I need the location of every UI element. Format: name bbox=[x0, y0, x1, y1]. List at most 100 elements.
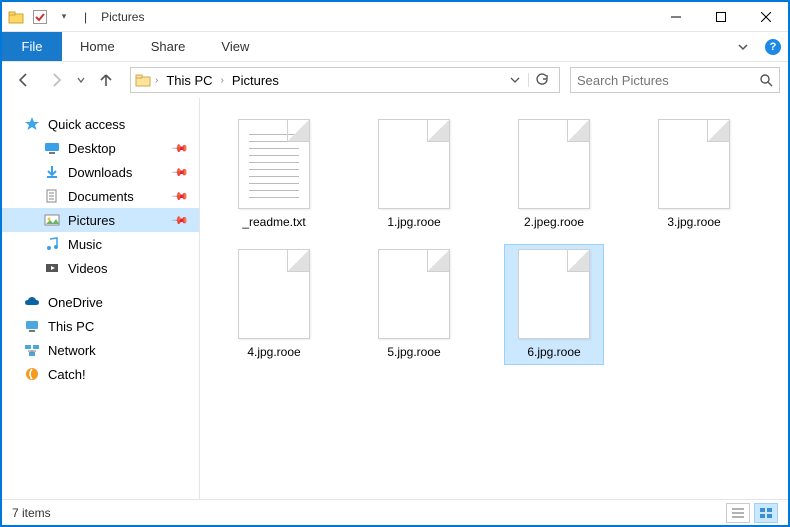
page-fold-icon bbox=[567, 120, 589, 142]
file-name: 1.jpg.rooe bbox=[369, 215, 459, 231]
ribbon-tabs: File Home Share View ? bbox=[2, 32, 788, 62]
chevron-right-icon[interactable]: › bbox=[219, 75, 226, 86]
up-button[interactable] bbox=[92, 66, 120, 94]
close-button[interactable] bbox=[743, 2, 788, 32]
file-item[interactable]: 4.jpg.rooe bbox=[224, 244, 324, 366]
chevron-right-icon[interactable]: › bbox=[153, 75, 160, 86]
page-fold-icon bbox=[427, 120, 449, 142]
sidebar-item-label: Pictures bbox=[68, 213, 115, 228]
sidebar-root-onedrive[interactable]: OneDrive bbox=[2, 290, 199, 314]
file-name: 6.jpg.rooe bbox=[509, 345, 599, 361]
minimize-button[interactable] bbox=[653, 2, 698, 32]
breadcrumb-pictures[interactable]: Pictures bbox=[228, 73, 283, 88]
quick-access-toolbar: ▾ | Pictures bbox=[2, 9, 144, 25]
file-name: 5.jpg.rooe bbox=[369, 345, 459, 361]
properties-checkbox-icon[interactable] bbox=[32, 9, 48, 25]
recent-locations-button[interactable] bbox=[74, 66, 88, 94]
file-item[interactable]: 5.jpg.rooe bbox=[364, 244, 464, 366]
tab-view[interactable]: View bbox=[203, 32, 267, 61]
sidebar-item-music[interactable]: Music bbox=[2, 232, 199, 256]
help-button[interactable]: ? bbox=[758, 32, 788, 61]
sidebar-item-desktop[interactable]: Desktop 📌 bbox=[2, 136, 199, 160]
catch--icon bbox=[24, 366, 40, 382]
navigation-pane: Quick access Desktop📌Downloads📌Documents… bbox=[2, 98, 200, 499]
file-name: 2.jpeg.rooe bbox=[509, 215, 599, 231]
music-icon bbox=[44, 236, 60, 252]
explorer-icon bbox=[8, 9, 24, 25]
file-name: _readme.txt bbox=[229, 215, 319, 231]
file-thumbnail bbox=[238, 249, 310, 339]
file-thumbnail bbox=[378, 119, 450, 209]
title-separator: | bbox=[84, 10, 87, 24]
breadcrumb-this-pc[interactable]: This PC bbox=[162, 73, 216, 88]
sidebar-item-label: Desktop bbox=[68, 141, 116, 156]
file-item[interactable]: 3.jpg.rooe bbox=[644, 114, 744, 236]
file-item[interactable]: 1.jpg.rooe bbox=[364, 114, 464, 236]
sidebar-root-network[interactable]: Network bbox=[2, 338, 199, 362]
file-grid[interactable]: _readme.txt 1.jpg.rooe 2.jpeg.rooe 3.jpg.ro… bbox=[200, 98, 788, 499]
documents-icon bbox=[44, 188, 60, 204]
sidebar-item-pictures[interactable]: Pictures 📌 bbox=[2, 208, 199, 232]
desktop-icon bbox=[44, 140, 60, 156]
tab-share[interactable]: Share bbox=[133, 32, 204, 61]
file-item[interactable]: 2.jpeg.rooe bbox=[504, 114, 604, 236]
videos-icon bbox=[44, 260, 60, 276]
thumbnails-view-button[interactable] bbox=[754, 503, 778, 523]
sidebar-item-label: OneDrive bbox=[48, 295, 103, 310]
file-name: 3.jpg.rooe bbox=[649, 215, 739, 231]
qat-dropdown-icon[interactable]: ▾ bbox=[56, 9, 72, 25]
file-thumbnail bbox=[658, 119, 730, 209]
details-view-button[interactable] bbox=[726, 503, 750, 523]
search-input[interactable] bbox=[577, 73, 759, 88]
file-item[interactable]: _readme.txt bbox=[224, 114, 324, 236]
sidebar-item-videos[interactable]: Videos bbox=[2, 256, 199, 280]
refresh-button[interactable] bbox=[528, 73, 555, 87]
tab-home[interactable]: Home bbox=[62, 32, 133, 61]
ribbon-collapse-button[interactable] bbox=[728, 32, 758, 61]
file-tab[interactable]: File bbox=[2, 32, 62, 61]
sidebar-item-label: Music bbox=[68, 237, 102, 252]
network-icon bbox=[24, 342, 40, 358]
sidebar-item-label: Documents bbox=[68, 189, 134, 204]
sidebar-item-documents[interactable]: Documents 📌 bbox=[2, 184, 199, 208]
pin-icon: 📌 bbox=[171, 139, 190, 158]
pin-icon: 📌 bbox=[171, 187, 190, 206]
pictures-icon bbox=[44, 212, 60, 228]
file-name: 4.jpg.rooe bbox=[229, 345, 319, 361]
address-bar[interactable]: › This PC › Pictures bbox=[130, 67, 560, 93]
navigation-bar: › This PC › Pictures bbox=[2, 62, 788, 98]
sidebar-item-label: Videos bbox=[68, 261, 108, 276]
title-bar: ▾ | Pictures bbox=[2, 2, 788, 32]
page-fold-icon bbox=[287, 120, 309, 142]
file-item[interactable]: 6.jpg.rooe bbox=[504, 244, 604, 366]
forward-button[interactable] bbox=[42, 66, 70, 94]
star-icon bbox=[24, 116, 40, 132]
pin-icon: 📌 bbox=[171, 211, 190, 230]
folder-icon bbox=[135, 72, 151, 88]
maximize-button[interactable] bbox=[698, 2, 743, 32]
quick-access-root[interactable]: Quick access bbox=[2, 112, 199, 136]
pin-icon: 📌 bbox=[171, 163, 190, 182]
sidebar-item-label: Quick access bbox=[48, 117, 125, 132]
file-thumbnail bbox=[518, 249, 590, 339]
sidebar-root-this-pc[interactable]: This PC bbox=[2, 314, 199, 338]
file-thumbnail bbox=[238, 119, 310, 209]
this-pc-icon bbox=[24, 318, 40, 334]
page-fold-icon bbox=[427, 250, 449, 272]
address-dropdown-button[interactable] bbox=[504, 75, 526, 85]
search-icon[interactable] bbox=[759, 73, 773, 87]
sidebar-item-downloads[interactable]: Downloads 📌 bbox=[2, 160, 199, 184]
search-box[interactable] bbox=[570, 67, 780, 93]
window-title: Pictures bbox=[101, 10, 144, 24]
status-bar: 7 items bbox=[2, 499, 788, 525]
back-button[interactable] bbox=[10, 66, 38, 94]
file-thumbnail bbox=[518, 119, 590, 209]
explorer-body: Quick access Desktop📌Downloads📌Documents… bbox=[2, 98, 788, 499]
page-fold-icon bbox=[287, 250, 309, 272]
sidebar-item-label: Network bbox=[48, 343, 96, 358]
sidebar-root-catch-[interactable]: Catch! bbox=[2, 362, 199, 386]
item-count: 7 items bbox=[12, 506, 51, 520]
file-thumbnail bbox=[378, 249, 450, 339]
sidebar-item-label: Downloads bbox=[68, 165, 132, 180]
help-icon: ? bbox=[765, 39, 781, 55]
